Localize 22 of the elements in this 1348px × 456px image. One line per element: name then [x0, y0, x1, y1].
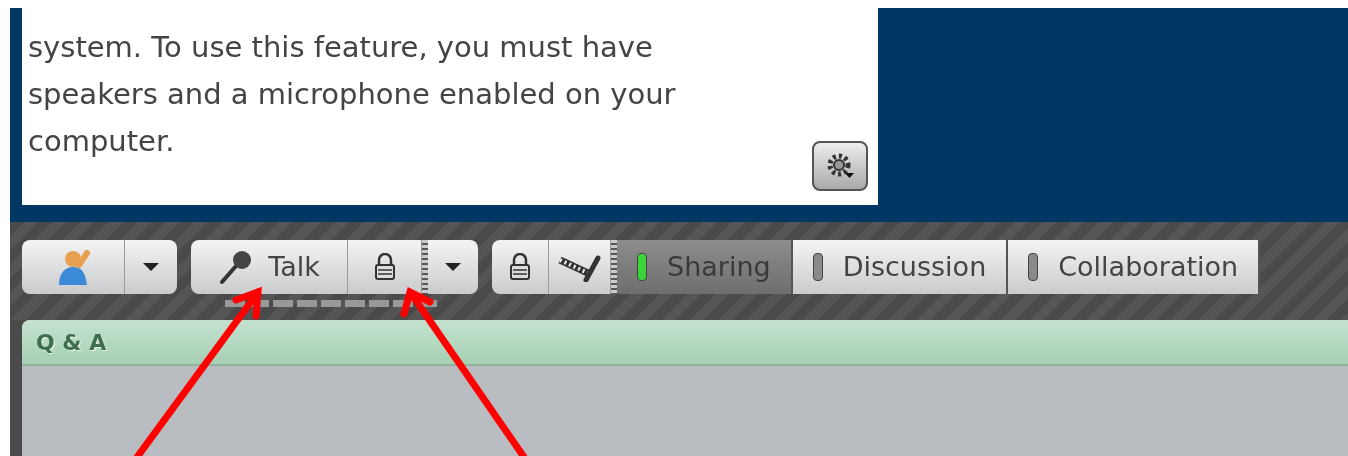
- lock-icon: [373, 253, 396, 281]
- mode-tab[interactable]: Collaboration: [1008, 240, 1261, 294]
- lock-icon: [509, 253, 531, 281]
- dropdown-button[interactable]: [428, 240, 478, 294]
- grip-handle[interactable]: [611, 240, 617, 294]
- info-text: system. To use this feature, you must have speakers and a microphone enabled on your computer.: [28, 29, 677, 160]
- lock-button[interactable]: [348, 240, 422, 294]
- status-light-icon: [637, 253, 647, 281]
- settings-button[interactable]: [812, 141, 868, 191]
- caret-icon: [444, 262, 462, 272]
- dropdown-button[interactable]: [125, 240, 177, 294]
- mode-tab[interactable]: Discussion: [792, 240, 1009, 294]
- status-light-icon: [812, 253, 823, 281]
- talk-button[interactable]: Talk: [191, 240, 348, 294]
- grip-handle[interactable]: [422, 240, 428, 294]
- panel-title: Q & A: [36, 328, 107, 357]
- draw-tool-button[interactable]: [549, 240, 611, 294]
- pen-ruler-icon: [557, 252, 602, 282]
- status-light-icon: [1028, 253, 1039, 281]
- gear-icon: [825, 151, 855, 181]
- lock-button[interactable]: [492, 240, 549, 294]
- caret-icon: [142, 262, 160, 272]
